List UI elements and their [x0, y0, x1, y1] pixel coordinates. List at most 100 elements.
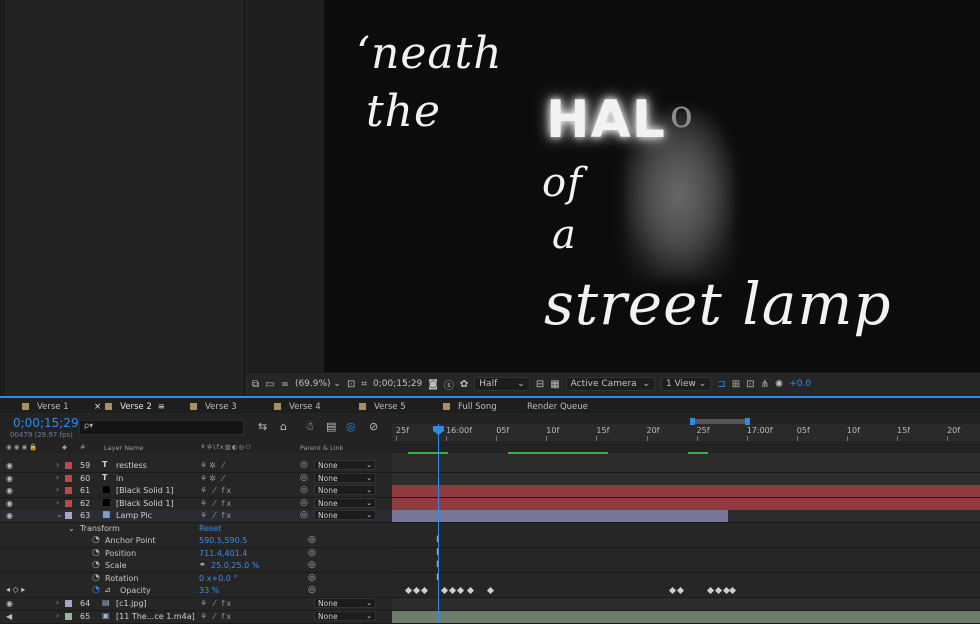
visibility-eye-icon[interactable]: ◉ — [6, 599, 13, 608]
property-row[interactable]: ◔ ◂ ◇ ▸ ⊿ Opacity 33 % ◎ — [0, 585, 392, 598]
stopwatch-icon[interactable]: ◔ — [92, 573, 100, 583]
layer-name[interactable]: [11 The...ce 1.m4a] — [116, 612, 195, 621]
snapshot-icon[interactable]: ◙ — [428, 379, 438, 390]
layer-track[interactable] — [392, 610, 980, 624]
property-value[interactable]: 711.4,401.4 — [199, 549, 247, 558]
expression-pickwhip-icon[interactable]: ◎ — [308, 585, 316, 595]
layer-track[interactable] — [392, 460, 980, 473]
layer-switches[interactable]: ⚘ ⁄ fx — [200, 599, 233, 608]
safe-zones-icon[interactable]: ⊡ — [347, 379, 355, 390]
keyframe-marker[interactable] — [412, 586, 421, 595]
audio-icon[interactable]: ◀ — [6, 612, 12, 621]
chevron-right-icon[interactable]: › — [56, 498, 59, 507]
layer-name[interactable]: restless — [116, 461, 147, 470]
tab-verse-1[interactable]: Verse 1 — [22, 400, 69, 413]
zoom-select[interactable]: (69.9%) ⌄ — [295, 379, 341, 389]
chevron-down-icon[interactable]: ⌄ — [56, 510, 63, 519]
property-row[interactable]: ◔ Scale ⚭ 25.0,25.0 % ◎ — [0, 560, 392, 574]
layer-name[interactable]: [Black Solid 1] — [116, 499, 174, 508]
expression-pickwhip-icon[interactable]: ◎ — [308, 535, 316, 545]
layer-switches[interactable]: ⚘ ⁄ fx — [200, 511, 233, 520]
expression-pickwhip-icon[interactable]: ◎ — [308, 573, 316, 583]
layer-switches[interactable]: ⚘✲ ⁄ — [200, 474, 226, 483]
property-value[interactable]: 590.5,590.5 — [199, 536, 247, 545]
layer-row[interactable]: ◉ ⌄ 63 ■ Lamp Pic ⚘ ⁄ fx None ⌄ ◎ — [0, 510, 392, 523]
keyframe-marker[interactable] — [676, 586, 685, 595]
panel-menu-icon[interactable]: ≡ — [158, 402, 165, 412]
layer-row[interactable]: ◉ › 60 Tin ⚘✲ ⁄ None ⌄ ◎ — [0, 472, 392, 486]
parent-pickwhip-icon[interactable]: ◎ — [300, 498, 308, 508]
tab-verse-2[interactable]: × Verse 2 ≡ — [94, 400, 165, 415]
stopwatch-icon[interactable]: ◔ — [92, 548, 100, 558]
fast-previews-icon[interactable]: ⊞ — [732, 379, 740, 390]
keyframe-marker[interactable] — [420, 586, 429, 595]
property-value[interactable]: 33 % — [199, 586, 219, 595]
tab-full-song[interactable]: Full Song — [443, 400, 497, 413]
parent-select[interactable]: None ⌄ — [314, 497, 376, 508]
stopwatch-icon[interactable]: ◔ — [92, 535, 100, 545]
keyframe-marker[interactable] — [706, 586, 715, 595]
layer-row[interactable]: ◉ › 59 Trestless ⚘✲ ⁄ None ⌄ ◎ — [0, 460, 392, 473]
visibility-eye-icon[interactable]: ◉ — [6, 511, 13, 520]
work-area-bar[interactable] — [692, 419, 748, 424]
layer-track[interactable] — [392, 510, 980, 523]
parent-pickwhip-icon[interactable]: ◎ — [300, 460, 308, 470]
views-select[interactable]: 1 View ⌄ — [660, 377, 712, 391]
parent-pickwhip-icon[interactable]: ◎ — [300, 510, 308, 520]
constrain-proportions-icon[interactable]: ⚭ — [199, 560, 206, 569]
monitor-icon[interactable]: ▭ — [265, 379, 274, 390]
time-ruler[interactable]: 25f 16:00f 05f 10f 15f 20f 25f 17:00f 05f 10f 15f 2… — [392, 424, 980, 441]
viewer-timecode[interactable]: 0;00;15;29 — [373, 379, 422, 389]
layer-name[interactable]: Lamp Pic — [116, 511, 152, 520]
parent-pickwhip-icon[interactable]: ◎ — [300, 473, 308, 483]
close-icon[interactable]: × — [94, 402, 101, 412]
property-row[interactable]: ◔ Position 711.4,401.4 ◎ — [0, 547, 392, 561]
label-color-swatch[interactable] — [65, 600, 72, 607]
channel-icon[interactable]: ✿ — [460, 379, 468, 390]
draft-3d-icon[interactable]: ⌂ — [280, 420, 287, 433]
camera-select[interactable]: Active Camera ⌄ — [565, 377, 655, 391]
layer-track[interactable] — [392, 598, 980, 611]
parent-select[interactable]: None ⌄ — [314, 610, 376, 621]
layer-row[interactable]: ◀ › 65 ▣ [11 The...ce 1.m4a] ⚘ ⁄ fx None ⌄ — [0, 610, 392, 624]
transform-header[interactable]: ⌄ Transform Reset — [0, 523, 392, 536]
parent-select[interactable]: None ⌄ — [314, 472, 376, 483]
timeline-timecode[interactable]: 0;00;15;29 — [13, 416, 79, 430]
expression-pickwhip-icon[interactable]: ◎ — [308, 560, 316, 570]
property-value[interactable]: 0 x+0.0 ° — [199, 574, 237, 583]
layer-name[interactable]: [Black Solid 1] — [116, 486, 174, 495]
graph-editor-icon[interactable]: ⊘ — [369, 420, 378, 433]
always-preview-icon[interactable]: ⧉ — [252, 379, 259, 390]
visibility-eye-icon[interactable]: ◉ — [6, 461, 13, 470]
keyframe-marker[interactable] — [466, 586, 475, 595]
parent-select[interactable]: None ⌄ — [314, 598, 376, 608]
transform-reset-link[interactable]: Reset — [199, 524, 221, 533]
layer-name[interactable]: [c1.jpg] — [116, 599, 147, 608]
layer-switches[interactable]: ⚘ ⁄ fx — [200, 486, 233, 495]
show-snapshot-icon[interactable]: ⓢ — [444, 377, 454, 392]
resolution-select[interactable]: Half ⌄ — [474, 377, 530, 391]
visibility-eye-icon[interactable]: ◉ — [6, 486, 13, 495]
visibility-eye-icon[interactable]: ◉ — [6, 499, 13, 508]
label-color-swatch[interactable] — [65, 474, 72, 482]
transparency-grid-icon[interactable]: ▦ — [550, 379, 559, 390]
property-row[interactable]: ◔ Rotation 0 x+0.0 ° ◎ — [0, 572, 392, 586]
draft-3d-icon[interactable]: ⊡ — [746, 379, 754, 390]
layer-row[interactable]: ◉ › 61 ■ [Black Solid 1] ⚘ ⁄ fx None ⌄ ◎ — [0, 485, 392, 498]
keyframe-marker[interactable] — [486, 586, 495, 595]
layer-row[interactable]: ◉ › 62 ■ [Black Solid 1] ⚘ ⁄ fx None ⌄ ◎ — [0, 497, 392, 511]
parent-select[interactable]: None ⌄ — [314, 485, 376, 495]
keyframe-marker[interactable] — [456, 586, 465, 595]
region-icon[interactable]: ⌗ — [361, 379, 367, 390]
parent-select[interactable]: None ⌄ — [314, 510, 376, 520]
keyframe-marker[interactable] — [668, 586, 677, 595]
layer-row[interactable]: ◉ › 64 ▤ [c1.jpg] ⚘ ⁄ fx None ⌄ — [0, 598, 392, 611]
layer-switches[interactable]: ⚘ ⁄ fx — [200, 612, 233, 621]
tab-verse-3[interactable]: Verse 3 — [190, 400, 237, 413]
frame-blending-icon[interactable]: ▤ — [326, 420, 336, 433]
composition-canvas[interactable]: ‘neath the HAL o of a street lamp — [324, 0, 980, 372]
keyframe-marker[interactable] — [404, 586, 413, 595]
work-area-start-handle[interactable] — [690, 418, 695, 425]
stopwatch-icon[interactable]: ◔ — [92, 585, 100, 595]
label-color-swatch[interactable] — [65, 512, 72, 519]
